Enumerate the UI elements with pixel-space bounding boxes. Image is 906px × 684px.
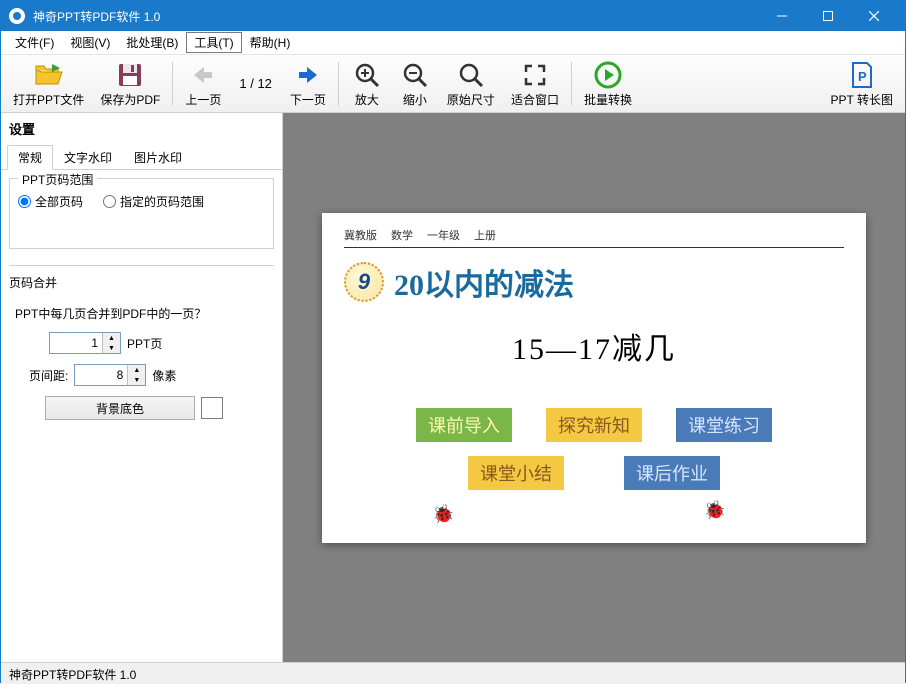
merge-question: PPT中每几页合并到PDF中的一页？ [15,305,274,322]
menu-help[interactable]: 帮助(H) [242,32,299,53]
slide-btn-intro: 课前导入 [416,408,512,442]
title-bar: 神奇PPT转PDF软件 1.0 [1,1,905,31]
original-size-label: 原始尺寸 [447,91,495,108]
gap-label: 页间距: [29,367,68,384]
pages-per-pdf-spinner[interactable]: ▲▼ [49,332,121,354]
spinner-up-icon[interactable]: ▲ [128,365,145,375]
zoom-in-icon [354,59,380,91]
page-merge-title: 页码合并 [9,274,274,291]
spinner-down-icon[interactable]: ▼ [128,375,145,385]
pages-per-pdf-input[interactable] [50,333,102,353]
original-size-button[interactable]: 原始尺寸 [439,57,503,111]
menu-batch[interactable]: 批处理(B) [118,32,186,53]
ppt-to-longimg-label: PPT 转长图 [831,91,893,108]
save-pdf-button[interactable]: 保存为PDF [92,57,168,111]
slide-btn-explore: 探究新知 [546,408,642,442]
page-indicator: 1 / 12 [229,76,282,91]
slide-title: 20以内的减法 [394,260,574,304]
slide-btn-summary: 课堂小结 [468,456,564,490]
decoration-icon: 🐞 [432,504,454,525]
preview-area: 冀教版 数学 一年级 上册 9 20以内的减法 15—17减几 课前导入 探究新… [283,113,905,662]
minimize-button[interactable] [759,1,805,31]
spinner-up-icon[interactable]: ▲ [103,333,120,343]
menu-file[interactable]: 文件(F) [7,32,62,53]
settings-tabs: 常规 文字水印 图片水印 [1,144,282,170]
next-page-label: 下一页 [290,91,326,108]
prev-page-label: 上一页 [185,91,221,108]
page-range-group: PPT页码范围 全部页码 指定的页码范围 [9,178,274,249]
window-title: 神奇PPT转PDF软件 1.0 [33,8,759,25]
slide-preview: 冀教版 数学 一年级 上册 9 20以内的减法 15—17减几 课前导入 探究新… [322,213,866,543]
app-icon [9,8,25,24]
menu-bar: 文件(F) 视图(V) 批处理(B) 工具(T) 帮助(H) [1,31,905,55]
close-button[interactable] [851,1,897,31]
gap-unit-label: 像素 [152,367,176,384]
status-bar: 神奇PPT转PDF软件 1.0 [1,662,905,684]
fit-icon [523,59,547,91]
toolbar-separator [571,62,572,106]
save-icon [117,59,143,91]
slide-btn-practice: 课堂练习 [676,408,772,442]
spinner-down-icon[interactable]: ▼ [103,343,120,353]
next-page-button[interactable]: 下一页 [282,57,334,111]
page-range-title: PPT页码范围 [18,171,97,188]
decoration-icon: 🐞 [704,500,726,521]
toolbar-separator [172,62,173,106]
settings-panel: 设置 常规 文字水印 图片水印 PPT页码范围 全部页码 指定的页码范围 页码合… [1,113,283,662]
pages-unit-label: PPT页 [127,335,162,352]
play-circle-icon [594,59,622,91]
fit-window-button[interactable]: 适合窗口 [503,57,567,111]
background-color-button[interactable]: 背景底色 [45,396,195,420]
tab-general[interactable]: 常规 [7,145,53,170]
toolbar: 打开PPT文件 保存为PDF 上一页 1 / 12 下一页 放大 缩小 原始尺寸… [1,55,905,113]
magnifier-icon [458,59,484,91]
open-ppt-label: 打开PPT文件 [13,91,84,108]
tab-text-watermark[interactable]: 文字水印 [53,145,123,170]
tab-image-watermark[interactable]: 图片水印 [123,145,193,170]
zoom-out-label: 缩小 [403,91,427,108]
radio-custom-range[interactable]: 指定的页码范围 [103,193,204,210]
arrow-right-icon [295,59,321,91]
page-merge-section: 页码合并 PPT中每几页合并到PDF中的一页？ ▲▼ PPT页 页间距: ▲▼ … [9,265,274,430]
page-gap-spinner[interactable]: ▲▼ [74,364,146,386]
page-gap-input[interactable] [75,365,127,385]
toolbar-separator [338,62,339,106]
zoom-in-label: 放大 [355,91,379,108]
arrow-left-icon [190,59,216,91]
page-p-icon: P [850,59,874,91]
color-swatch[interactable] [201,397,223,419]
slide-breadcrumb: 冀教版 数学 一年级 上册 [344,227,844,248]
svg-text:P: P [858,69,867,84]
radio-custom-input[interactable] [103,195,116,208]
slide-subtitle: 15—17减几 [344,324,844,368]
ppt-to-longimg-button[interactable]: P PPT 转长图 [823,57,901,111]
zoom-out-icon [402,59,428,91]
folder-open-icon [34,59,64,91]
menu-view[interactable]: 视图(V) [62,32,118,53]
settings-title: 设置 [1,113,282,144]
save-pdf-label: 保存为PDF [100,91,160,108]
radio-all-input[interactable] [18,195,31,208]
radio-all-pages[interactable]: 全部页码 [18,193,83,210]
chapter-badge: 9 [344,262,384,302]
maximize-button[interactable] [805,1,851,31]
fit-window-label: 适合窗口 [511,91,559,108]
batch-convert-label: 批量转换 [584,91,632,108]
zoom-out-button[interactable]: 缩小 [391,57,439,111]
slide-btn-homework: 课后作业 [624,456,720,490]
menu-tools[interactable]: 工具(T) [186,32,241,53]
zoom-in-button[interactable]: 放大 [343,57,391,111]
open-ppt-button[interactable]: 打开PPT文件 [5,57,92,111]
prev-page-button[interactable]: 上一页 [177,57,229,111]
batch-convert-button[interactable]: 批量转换 [576,57,640,111]
